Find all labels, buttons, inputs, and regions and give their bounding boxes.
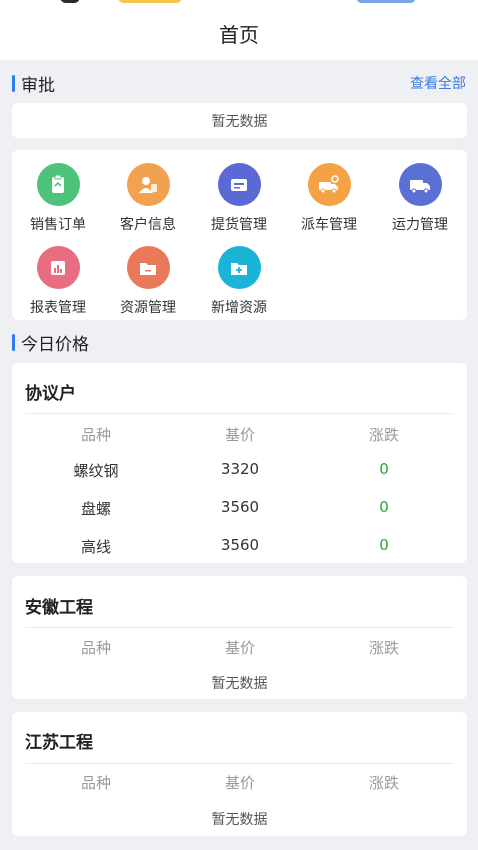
column-header: 基价 (224, 774, 255, 792)
base-price-cell: 3560 (220, 498, 260, 516)
price-title: 今日价格 (21, 334, 89, 355)
price-section-header: 今日价格 (12, 330, 466, 355)
table-row: 高线 3560 0 (12, 536, 467, 558)
column-header: 品种 (80, 426, 111, 444)
price-group-name: 协议户 (25, 384, 76, 404)
column-header: 涨跌 (368, 426, 399, 444)
status-bar-fragment (60, 0, 80, 3)
menu-item-capacity-management[interactable]: 运力管理 (380, 163, 460, 234)
dispatch-management-icon (307, 163, 351, 206)
empty-text: 暂无数据 (211, 812, 268, 828)
status-bar-fragment (356, 0, 416, 3)
menu-item-label: 客户信息 (120, 217, 176, 233)
price-group-card: 协议户 品种 基价 涨跌 螺纹钢 3320 0 盘螺 3560 0 高线 356… (12, 363, 467, 563)
variety-cell: 高线 (80, 538, 111, 556)
menu-item-label: 提货管理 (211, 217, 267, 233)
menu-item-label: 新增资源 (211, 300, 267, 316)
section-accent-bar (12, 333, 15, 351)
column-header: 品种 (80, 639, 111, 657)
capacity-management-icon (398, 163, 442, 206)
column-header: 品种 (80, 774, 111, 792)
report-management-icon (36, 246, 80, 289)
view-all-link[interactable]: 查看全部 (410, 73, 466, 93)
function-menu: 销售订单 客户信息 提货管理 派车管理 运力管理 报表管理 资源管理 新增资源 (12, 150, 467, 320)
price-group-name: 安徽工程 (25, 598, 93, 618)
menu-item-customer-info[interactable]: 客户信息 (108, 163, 188, 234)
price-group-card: 江苏工程 品种 基价 涨跌 暂无数据 (12, 712, 467, 836)
change-cell: 0 (379, 536, 389, 554)
page-title: 首页 (219, 22, 259, 47)
price-group-name: 江苏工程 (25, 733, 93, 753)
divider (25, 627, 454, 628)
pickup-management-icon (217, 163, 261, 206)
menu-item-pickup-management[interactable]: 提货管理 (199, 163, 279, 234)
divider (25, 413, 454, 414)
divider (25, 763, 454, 764)
empty-text: 暂无数据 (211, 676, 268, 692)
table-header: 品种 基价 涨跌 (12, 637, 467, 659)
top-bar: 首页 (0, 0, 478, 60)
menu-item-label: 运力管理 (392, 217, 448, 233)
table-row: 螺纹钢 3320 0 (12, 460, 467, 482)
base-price-cell: 3560 (220, 536, 260, 554)
customer-info-icon (126, 163, 170, 206)
table-header: 品种 基价 涨跌 (12, 772, 467, 794)
variety-cell: 盘螺 (80, 500, 111, 518)
add-resource-icon (217, 246, 261, 289)
column-header: 涨跌 (368, 639, 399, 657)
section-accent-bar (12, 74, 15, 92)
base-price-cell: 3320 (220, 460, 260, 478)
menu-item-sales-order[interactable]: 销售订单 (18, 163, 98, 234)
resource-management-icon (126, 246, 170, 289)
approval-empty-text: 暂无数据 (211, 113, 268, 130)
table-header: 品种 基价 涨跌 (12, 424, 467, 446)
change-cell: 0 (379, 460, 389, 478)
column-header: 涨跌 (368, 774, 399, 792)
variety-cell: 螺纹钢 (73, 462, 119, 480)
column-header: 基价 (224, 639, 255, 657)
menu-item-resource-management[interactable]: 资源管理 (108, 246, 188, 317)
menu-item-report-management[interactable]: 报表管理 (18, 246, 98, 317)
menu-item-add-resource[interactable]: 新增资源 (199, 246, 279, 317)
approval-title: 审批 (21, 75, 55, 96)
approval-section-header: 审批 查看全部 (12, 71, 466, 96)
table-row: 盘螺 3560 0 (12, 498, 467, 520)
sales-order-icon (36, 163, 80, 206)
menu-item-label: 资源管理 (120, 300, 176, 316)
status-bar-fragment (118, 0, 182, 3)
price-group-card: 安徽工程 品种 基价 涨跌 暂无数据 (12, 576, 467, 699)
menu-item-dispatch-management[interactable]: 派车管理 (289, 163, 369, 234)
menu-item-label: 派车管理 (301, 217, 357, 233)
approval-list: 暂无数据 (12, 103, 467, 138)
menu-item-label: 报表管理 (30, 300, 86, 316)
change-cell: 0 (379, 498, 389, 516)
column-header: 基价 (224, 426, 255, 444)
menu-item-label: 销售订单 (30, 217, 86, 233)
